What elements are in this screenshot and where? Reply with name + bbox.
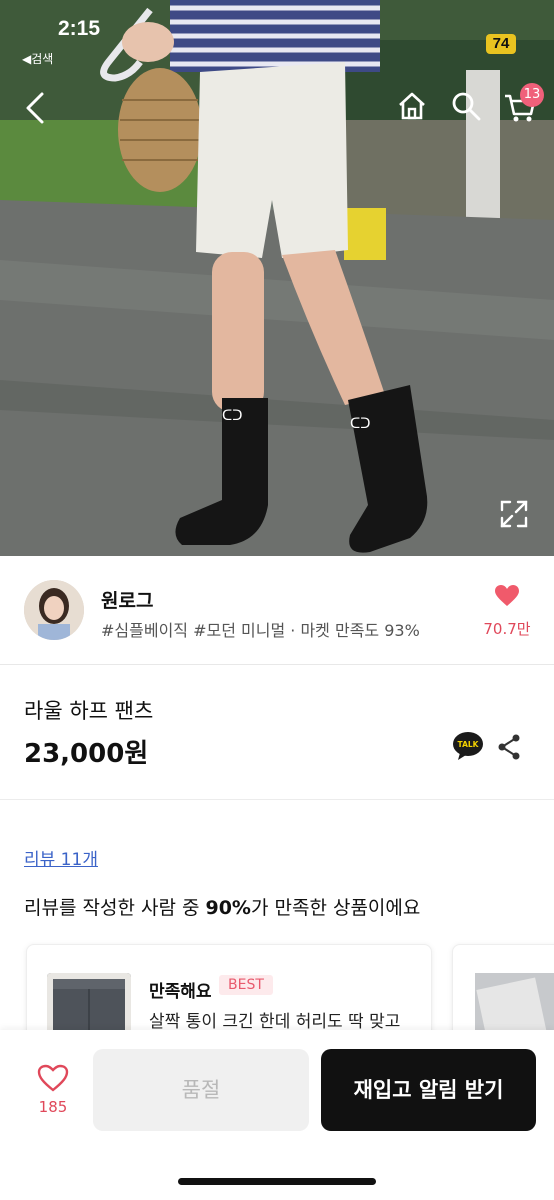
home-icon[interactable] <box>396 90 428 122</box>
expand-icon[interactable] <box>498 498 530 530</box>
review-summary-suffix: 가 만족한 상품이에요 <box>250 897 421 919</box>
talk-label: TALK <box>458 740 480 749</box>
best-badge: BEST <box>219 975 273 995</box>
kakaotalk-icon[interactable]: TALK <box>452 731 484 761</box>
product-name: 라울 하프 팬츠 <box>24 699 154 723</box>
wishlist-button[interactable]: 185 <box>20 1060 86 1132</box>
seller-name[interactable]: 원로그 <box>101 586 153 613</box>
product-photo: ᑕᑐ ᑕᑐ <box>0 0 554 556</box>
svg-text:ᑕᑐ: ᑕᑐ <box>222 408 242 424</box>
review-text: 살짝 통이 크긴 한데 허리도 딱 맞고 <box>149 1012 401 1032</box>
heart-outline-icon <box>37 1064 69 1092</box>
seller-like-count: 70.7만 <box>483 620 531 638</box>
search-icon[interactable] <box>450 90 482 122</box>
seller-section[interactable]: 원로그 #심플베이직 #모던 미니멀 · 마켓 만족도 93% 70.7만 <box>0 556 554 665</box>
battery-indicator: 74 <box>486 34 516 54</box>
product-price: 23,000원 <box>24 739 149 769</box>
product-hero-image[interactable]: ᑕᑐ ᑕᑐ 2:15 ◀검색 74 13 <box>0 0 554 556</box>
share-icon[interactable] <box>496 733 522 761</box>
back-arrow-icon[interactable] <box>22 90 52 126</box>
status-time: 2:15 <box>58 17 101 40</box>
product-info: 라울 하프 팬츠 23,000원 TALK <box>0 665 554 800</box>
seller-tags: #심플베이직 #모던 미니멀 · 마켓 만족도 93% <box>101 621 420 640</box>
review-count-link[interactable]: 리뷰 11개 <box>24 845 98 870</box>
restock-alert-button[interactable]: 재입고 알림 받기 <box>321 1049 536 1131</box>
home-indicator <box>178 1178 376 1185</box>
heart-icon[interactable] <box>494 584 520 608</box>
wishlist-count: 185 <box>38 1098 68 1116</box>
soldout-button: 품절 <box>93 1049 309 1131</box>
bottom-action-bar: 185 품절 재입고 알림 받기 <box>0 1030 554 1200</box>
review-rating-label: 만족해요 <box>149 982 212 1002</box>
review-summary-prefix: 리뷰를 작성한 사람 중 <box>24 897 206 919</box>
svg-text:ᑕᑐ: ᑕᑐ <box>350 416 370 432</box>
review-summary: 리뷰를 작성한 사람 중 90%가 만족한 상품이에요 <box>24 893 420 920</box>
status-back-app[interactable]: ◀검색 <box>22 50 53 67</box>
cart-count-badge: 13 <box>520 83 544 107</box>
seller-avatar[interactable] <box>24 580 84 640</box>
review-satisfaction-rate: 90% <box>205 897 251 919</box>
